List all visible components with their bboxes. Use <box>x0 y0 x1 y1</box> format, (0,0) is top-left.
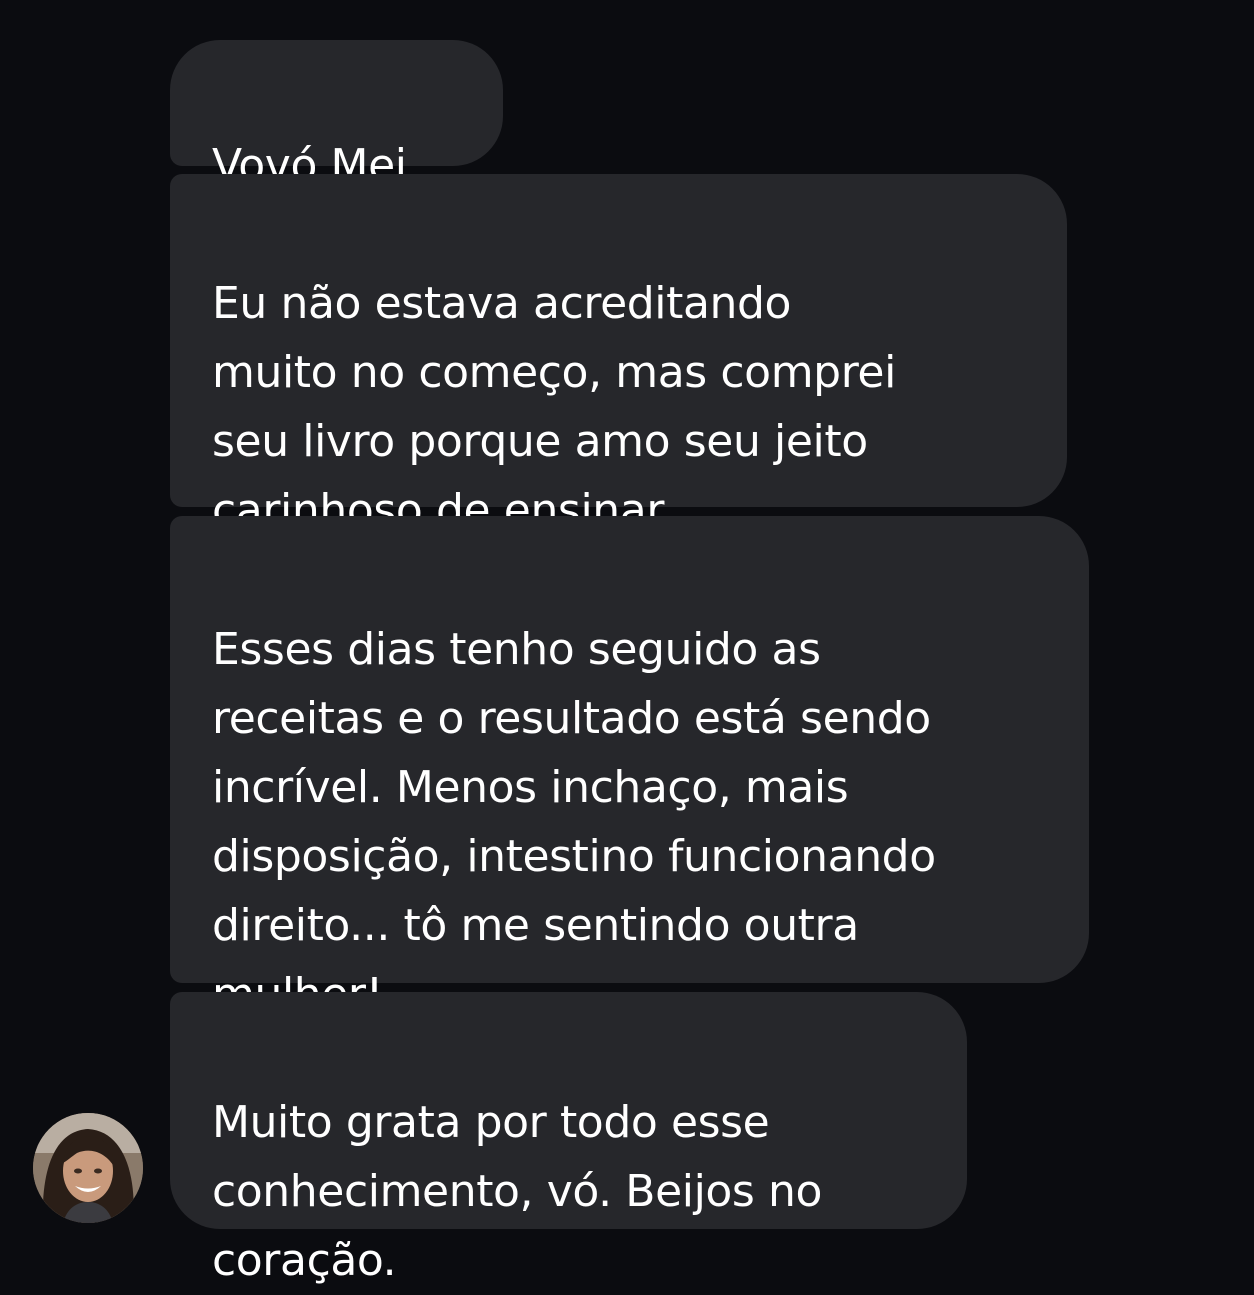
message-bubble[interactable]: Eu não estava acreditando muito no começ… <box>170 174 1067 536</box>
message-bubble[interactable]: Muito grata por todo esse conhecimento, … <box>170 992 967 1286</box>
message-text: Muito grata por todo esse conhecimento, … <box>212 1097 823 1286</box>
message-text: Esses dias tenho seguido as receitas e o… <box>212 624 936 1020</box>
message-bubble[interactable]: Vovó Mei. <box>170 40 503 191</box>
message-text: Eu não estava acreditando muito no começ… <box>212 278 896 536</box>
message-bubble[interactable]: Esses dias tenho seguido as receitas e o… <box>170 516 1089 1020</box>
person-photo-icon <box>33 1113 143 1223</box>
sender-avatar[interactable] <box>33 1113 143 1223</box>
